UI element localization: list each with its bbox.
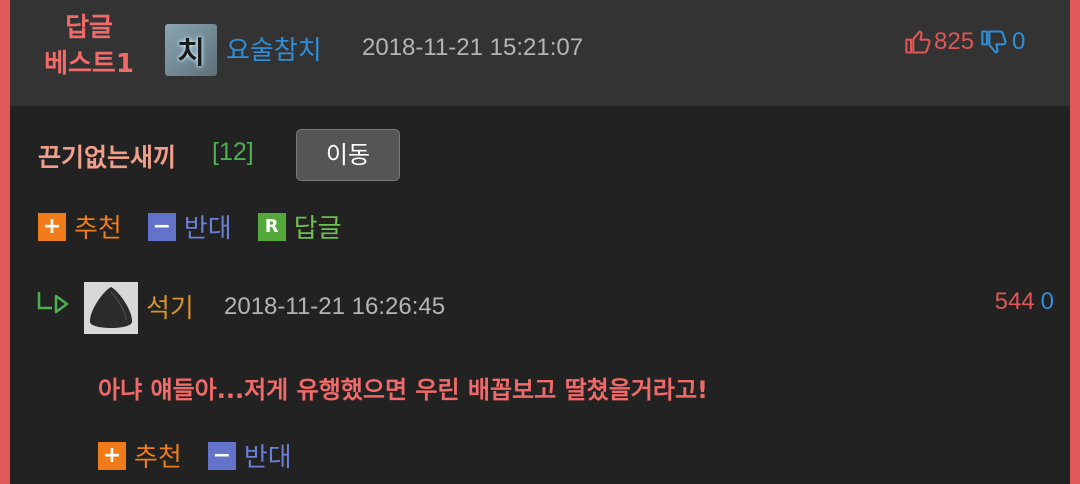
recommend-label: 추천 [74, 214, 122, 244]
reply-upvote-count: 544 [994, 288, 1035, 315]
onigiri-avatar-icon [89, 287, 133, 328]
right-accent-bar [1070, 0, 1080, 484]
reply-label: 답글 [293, 214, 342, 244]
reply-oppose-label: 반대 [243, 443, 292, 473]
move-button[interactable]: 이동 [296, 129, 400, 181]
best-reply-header: 답글 베스트1 치 요술참치 2018-11-21 15:21:07 825 0 [10, 0, 1070, 106]
thumbs-down-icon[interactable] [980, 28, 1008, 56]
best-reply-badge: 답글 베스트1 [34, 10, 144, 82]
author-name[interactable]: 요술참치 [226, 30, 322, 67]
avatar-text: 치 [177, 36, 205, 71]
plus-icon: + [38, 212, 66, 241]
reply-recommend-label: 추천 [134, 443, 182, 473]
plus-icon: + [98, 441, 126, 470]
left-accent-bar [0, 0, 10, 484]
oppose-label: 반대 [183, 214, 232, 244]
reply-button[interactable]: R 답글 [257, 208, 342, 245]
reply-text: 아냐 얘들아...저게 유행했으면 우린 배꼽보고 딸쳤을거라고! [98, 376, 708, 404]
downvote-count: 0 [1012, 28, 1026, 55]
thumbs-up-icon[interactable] [904, 28, 932, 56]
reply-avatar[interactable] [84, 282, 138, 334]
reply-vote-counts: 544 0 [995, 288, 1054, 316]
reply-timestamp: 2018-11-21 16:26:45 [224, 293, 446, 320]
vote-counts: 825 0 [904, 28, 1025, 56]
reply-author-name[interactable]: 석기 [146, 288, 194, 325]
best-label-line1: 답글 [65, 13, 113, 43]
upvote-count: 825 [934, 28, 975, 55]
comment-actions: + 추천 − 반대 R 답글 [38, 208, 368, 245]
best-label-line2: 베스트1 [44, 49, 134, 79]
reply-actions: + 추천 − 반대 [98, 437, 318, 474]
reply-arrow-icon [37, 292, 69, 314]
avatar[interactable]: 치 [165, 24, 217, 76]
reply-downvote-count: 0 [1040, 288, 1054, 315]
reply-count[interactable]: [12] [212, 138, 254, 167]
recommend-button[interactable]: + 추천 [38, 208, 122, 245]
reply-recommend-button[interactable]: + 추천 [98, 437, 182, 474]
reply-oppose-button[interactable]: − 반대 [207, 437, 292, 474]
minus-icon: − [207, 441, 236, 470]
timestamp: 2018-11-21 15:21:07 [362, 34, 584, 61]
comment-text: 끈기없는새끼 [38, 143, 177, 172]
minus-icon: − [147, 212, 176, 241]
reply-icon: R [257, 212, 286, 241]
oppose-button[interactable]: − 반대 [147, 208, 232, 245]
